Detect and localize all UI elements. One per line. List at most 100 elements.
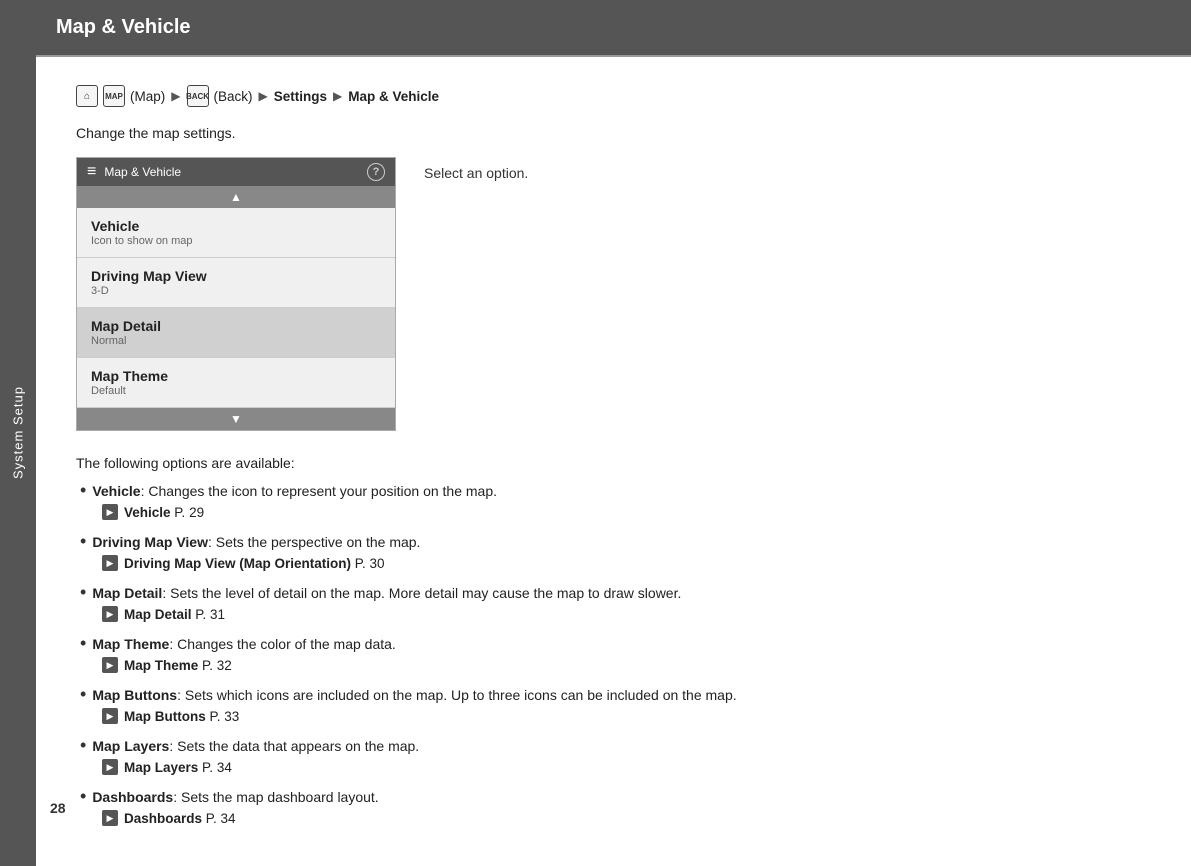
page-header: Map & Vehicle [36, 0, 1191, 57]
option-driving-text: Driving Map View: Sets the perspective o… [92, 532, 420, 553]
ref-arrow-mapbuttons: ▶ [102, 708, 118, 724]
bullet-mapdetail: • [80, 583, 86, 603]
option-dashboards-text: Dashboards: Sets the map dashboard layou… [92, 787, 378, 808]
option-vehicle: • Vehicle: Changes the icon to represent… [76, 481, 1151, 520]
option-driving-bullet: • Driving Map View: Sets the perspective… [80, 532, 1151, 553]
ref-arrow-vehicle: ▶ [102, 504, 118, 520]
ref-maplayers-bold: Map Layers P. 34 [124, 760, 232, 775]
option-mapbuttons-bullet: • Map Buttons: Sets which icons are incl… [80, 685, 1151, 706]
map-icon: MAP [103, 85, 125, 107]
select-label: Select an option. [424, 157, 528, 181]
option-mapbuttons: • Map Buttons: Sets which icons are incl… [76, 685, 1151, 724]
ref-arrow-maplayers: ▶ [102, 759, 118, 775]
menu-item-vehicle-title: Vehicle [91, 218, 381, 234]
menu-item-vehicle[interactable]: Vehicle Icon to show on map [77, 208, 395, 258]
menu-item-theme-sub: Default [91, 385, 381, 397]
option-maptheme-title: Map Theme [92, 636, 169, 652]
menu-item-driving-title: Driving Map View [91, 268, 381, 284]
scroll-up: ▲ [77, 186, 395, 208]
option-maptheme: • Map Theme: Changes the color of the ma… [76, 634, 1151, 673]
option-maptheme-ref: ▶ Map Theme P. 32 [102, 657, 1151, 673]
breadcrumb: ⌂ MAP (Map) ▶ BACK (Back) ▶ Settings ▶ M… [76, 85, 1151, 107]
menu-item-driving[interactable]: Driving Map View 3-D [77, 258, 395, 308]
option-mapbuttons-ref: ▶ Map Buttons P. 33 [102, 708, 1151, 724]
settings-label: Settings [274, 89, 327, 104]
ref-driving-bold: Driving Map View (Map Orientation) P. 30 [124, 556, 385, 571]
menu-item-vehicle-sub: Icon to show on map [91, 235, 381, 247]
option-mapbuttons-title: Map Buttons [92, 687, 177, 703]
menu-item-theme[interactable]: Map Theme Default [77, 358, 395, 408]
bullet-maptheme: • [80, 634, 86, 654]
option-mapdetail-title: Map Detail [92, 585, 162, 601]
option-maplayers-title: Map Layers [92, 738, 169, 754]
option-maplayers: • Map Layers: Sets the data that appears… [76, 736, 1151, 775]
option-maptheme-bullet: • Map Theme: Changes the color of the ma… [80, 634, 1151, 655]
option-maplayers-ref: ▶ Map Layers P. 34 [102, 759, 1151, 775]
option-dashboards-desc: : Sets the map dashboard layout. [173, 789, 378, 805]
bullet-driving: • [80, 532, 86, 552]
option-dashboards-ref: ▶ Dashboards P. 34 [102, 810, 1151, 826]
ref-arrow-dashboards: ▶ [102, 810, 118, 826]
option-mapdetail-bullet: • Map Detail: Sets the level of detail o… [80, 583, 1151, 604]
option-maplayers-desc: : Sets the data that appears on the map. [169, 738, 419, 754]
ref-mapdetail-bold: Map Detail P. 31 [124, 607, 225, 622]
option-driving-title: Driving Map View [92, 534, 208, 550]
option-maplayers-bullet: • Map Layers: Sets the data that appears… [80, 736, 1151, 757]
bullet-maplayers: • [80, 736, 86, 756]
screenshot-header: ≡ Map & Vehicle ? [77, 158, 395, 186]
arrow-3: ▶ [333, 89, 342, 103]
option-vehicle-bullet: • Vehicle: Changes the icon to represent… [80, 481, 1151, 502]
back-label: (Back) [214, 89, 253, 104]
sidebar-label: System Setup [11, 387, 26, 480]
content-row: ≡ Map & Vehicle ? ▲ Vehicle Icon to show… [76, 157, 1151, 431]
menu-item-driving-sub: 3-D [91, 285, 381, 297]
page-number: 28 [50, 800, 66, 816]
back-icon: BACK [187, 85, 209, 107]
option-vehicle-desc: : Changes the icon to represent your pos… [141, 483, 497, 499]
help-icon: ? [367, 163, 385, 181]
menu-item-detail-title: Map Detail [91, 318, 381, 334]
option-driving-desc: : Sets the perspective on the map. [208, 534, 420, 550]
option-mapdetail-ref: ▶ Map Detail P. 31 [102, 606, 1151, 622]
description-text: Change the map settings. [76, 125, 1151, 141]
bullet-mapbuttons: • [80, 685, 86, 705]
arrow-2: ▶ [259, 89, 268, 103]
ref-maptheme-bold: Map Theme P. 32 [124, 658, 232, 673]
screenshot-header-left: ≡ Map & Vehicle [87, 163, 181, 181]
menu-item-detail[interactable]: Map Detail Normal [77, 308, 395, 358]
option-maptheme-desc: : Changes the color of the map data. [169, 636, 395, 652]
bullet-vehicle: • [80, 481, 86, 501]
option-mapbuttons-text: Map Buttons: Sets which icons are includ… [92, 685, 736, 706]
option-dashboards-title: Dashboards [92, 789, 173, 805]
ref-mapbuttons-bold: Map Buttons P. 33 [124, 709, 239, 724]
ref-arrow-maptheme: ▶ [102, 657, 118, 673]
bullet-dashboards: • [80, 787, 86, 807]
options-intro: The following options are available: [76, 455, 1151, 471]
ref-arrow-driving: ▶ [102, 555, 118, 571]
option-dashboards: • Dashboards: Sets the map dashboard lay… [76, 787, 1151, 826]
home-icon: ⌂ [76, 85, 98, 107]
option-mapdetail-text: Map Detail: Sets the level of detail on … [92, 583, 681, 604]
option-vehicle-title: Vehicle [92, 483, 140, 499]
screenshot-mockup: ≡ Map & Vehicle ? ▲ Vehicle Icon to show… [76, 157, 396, 431]
option-mapdetail-desc: : Sets the level of detail on the map. M… [162, 585, 681, 601]
option-maplayers-text: Map Layers: Sets the data that appears o… [92, 736, 419, 757]
content-area: ⌂ MAP (Map) ▶ BACK (Back) ▶ Settings ▶ M… [36, 57, 1191, 866]
ref-dashboards-bold: Dashboards P. 34 [124, 811, 236, 826]
ref-vehicle-bold: Vehicle P. 29 [124, 505, 204, 520]
option-mapdetail: • Map Detail: Sets the level of detail o… [76, 583, 1151, 622]
option-vehicle-ref: ▶ Vehicle P. 29 [102, 504, 1151, 520]
option-mapbuttons-desc: : Sets which icons are included on the m… [177, 687, 737, 703]
option-driving: • Driving Map View: Sets the perspective… [76, 532, 1151, 571]
menu-icon: ≡ [87, 163, 96, 181]
options-section: The following options are available: • V… [76, 455, 1151, 826]
option-driving-ref: ▶ Driving Map View (Map Orientation) P. … [102, 555, 1151, 571]
map-label: (Map) [130, 89, 165, 104]
scroll-down: ▼ [77, 408, 395, 430]
ref-arrow-mapdetail: ▶ [102, 606, 118, 622]
page-title: Map & Vehicle [56, 16, 191, 39]
sidebar: System Setup [0, 0, 36, 866]
screenshot-title: Map & Vehicle [104, 165, 181, 179]
arrow-1: ▶ [171, 89, 180, 103]
current-page-label: Map & Vehicle [348, 89, 439, 104]
